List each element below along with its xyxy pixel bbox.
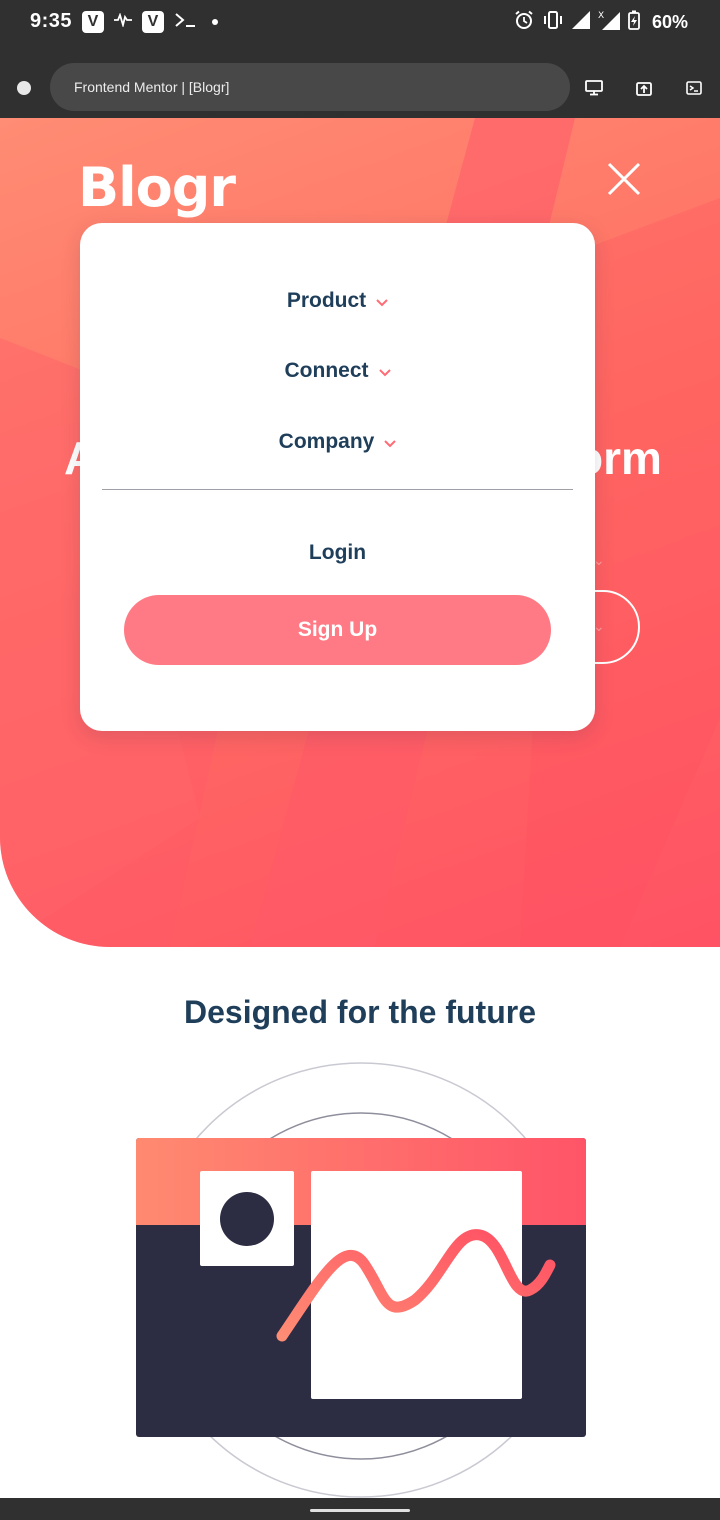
address-bar[interactable]: Frontend Mentor | [Blogr]: [50, 63, 570, 111]
blogr-logo[interactable]: Blogr: [78, 156, 236, 219]
alarm-icon: [514, 10, 534, 35]
battery-charging-icon: [628, 10, 640, 35]
close-icon: [607, 162, 641, 196]
login-link[interactable]: Login: [80, 541, 595, 565]
chevron-down-icon: [378, 369, 391, 377]
share-icon[interactable]: [634, 78, 654, 98]
menu-item-label: Connect: [284, 359, 369, 382]
menu-item-label: Product: [286, 289, 367, 312]
section-title: Designed for the future: [183, 994, 536, 1030]
close-menu-button[interactable]: [605, 160, 643, 198]
status-bar: 9:35 V V X 60%: [0, 0, 720, 44]
mobile-menu-panel: Product Connect Company Login Sign Up: [80, 223, 595, 731]
home-gesture-handle[interactable]: [310, 1509, 410, 1512]
chevron-down-icon: [376, 299, 388, 307]
dot-icon: [212, 19, 218, 25]
signal-x-icon: X: [598, 10, 620, 35]
desktop-icon[interactable]: [584, 78, 604, 98]
terminal-icon: [174, 12, 196, 32]
system-icons: X 60%: [514, 10, 688, 34]
editor-illustration: [136, 1062, 586, 1498]
signup-button[interactable]: Sign Up: [124, 595, 551, 665]
menu-divider: [102, 489, 573, 490]
waveform-icon: [114, 12, 132, 31]
notification-icons: V V: [82, 11, 218, 33]
vivaldi-icon: V: [142, 11, 164, 33]
signal-icon: [571, 10, 590, 34]
console-icon[interactable]: [684, 78, 704, 98]
menu-item-connect[interactable]: Connect: [80, 359, 595, 383]
vivaldi-icon: V: [82, 11, 104, 33]
status-time: 9:35: [30, 10, 73, 32]
browser-toolbar: Frontend Mentor | [Blogr]: [0, 44, 720, 118]
chevron-down-icon: [384, 440, 397, 448]
menu-item-label: Company: [278, 430, 375, 453]
menu-item-company[interactable]: Company: [80, 430, 595, 454]
system-nav-bar: [0, 1498, 720, 1520]
svg-text:X: X: [598, 11, 604, 21]
battery-percent: 60%: [651, 11, 688, 32]
favicon[interactable]: [17, 81, 31, 95]
vibrate-icon: [542, 10, 564, 34]
menu-item-product[interactable]: Product: [80, 289, 595, 313]
